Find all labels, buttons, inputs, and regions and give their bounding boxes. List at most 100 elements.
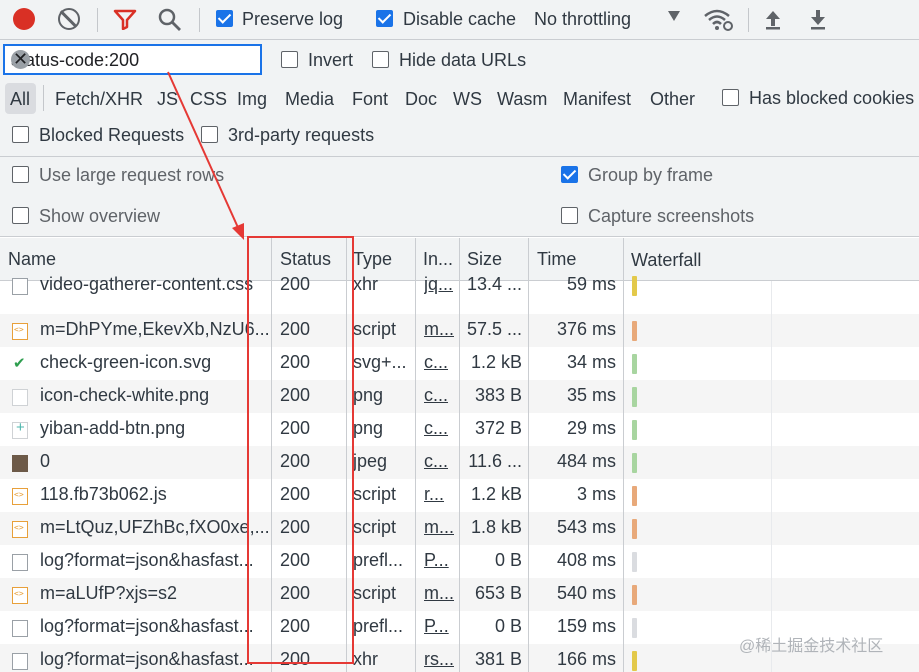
column-divider — [415, 238, 416, 672]
row-name[interactable]: icon-check-white.png — [40, 385, 270, 406]
throttling-select[interactable]: No throttling — [534, 9, 631, 30]
clear-filter-icon[interactable]: ✕ — [11, 50, 30, 69]
invert-checkbox[interactable] — [281, 51, 298, 68]
column-time[interactable]: Time — [537, 249, 576, 270]
row-size: 383 B — [474, 385, 522, 405]
row-initiator[interactable]: c... — [424, 418, 458, 439]
search-icon[interactable] — [158, 8, 182, 32]
column-type[interactable]: Type — [353, 249, 392, 270]
toolbar-divider — [199, 8, 200, 32]
row-type: png — [353, 385, 384, 405]
waterfall-bar — [632, 618, 637, 638]
row-name[interactable]: 0 — [40, 451, 270, 472]
column-initiator[interactable]: In... — [423, 249, 453, 270]
type-filter-wasm[interactable]: Wasm — [497, 89, 547, 110]
type-filter-doc[interactable]: Doc — [405, 89, 437, 110]
type-divider — [43, 85, 44, 111]
upload-icon[interactable] — [763, 8, 783, 30]
disable-cache-checkbox[interactable] — [376, 10, 393, 27]
preserve-log-label[interactable]: Preserve log — [242, 9, 343, 30]
row-name[interactable]: m=DhPYme,EkevXb,NzU6... — [40, 319, 270, 340]
type-filter-font[interactable]: Font — [352, 89, 388, 110]
chevron-down-icon[interactable] — [668, 11, 680, 21]
row-initiator[interactable]: rs... — [424, 649, 458, 670]
row-name[interactable]: m=LtQuz,UFZhBc,fXO0xe,... — [40, 517, 270, 538]
preserve-log-checkbox[interactable] — [216, 10, 233, 27]
row-name[interactable]: log?format=json&hasfast... — [40, 649, 270, 670]
row-name[interactable]: 118.fb73b062.js — [40, 484, 270, 505]
row-time: 376 ms — [556, 319, 616, 339]
type-filter-fetch-xhr[interactable]: Fetch/XHR — [55, 89, 143, 110]
show-overview-label[interactable]: Show overview — [39, 206, 160, 227]
row-type: jpeg — [353, 451, 388, 471]
hide-data-urls-label[interactable]: Hide data URLs — [399, 50, 526, 71]
row-name[interactable]: yiban-add-btn.png — [40, 418, 270, 439]
column-name[interactable]: Name — [8, 249, 56, 270]
row-initiator[interactable]: c... — [424, 352, 458, 373]
waterfall-gridline — [771, 281, 772, 672]
file-icon — [12, 620, 28, 637]
image-icon — [12, 389, 28, 406]
waterfall-bar — [632, 486, 637, 506]
row-time: 34 ms — [566, 352, 616, 372]
type-filter-other[interactable]: Other — [650, 89, 695, 110]
show-overview-checkbox[interactable] — [12, 207, 29, 224]
hide-data-urls-checkbox[interactable] — [372, 51, 389, 68]
row-type: script — [353, 484, 397, 504]
type-filter-all[interactable]: All — [10, 89, 30, 110]
row-name[interactable]: log?format=json&hasfast... — [40, 550, 270, 571]
script-icon — [12, 587, 28, 604]
photo-icon — [12, 455, 28, 472]
script-icon — [12, 521, 28, 538]
row-initiator[interactable]: jq... — [424, 274, 458, 295]
row-initiator[interactable]: P... — [424, 550, 458, 571]
column-size[interactable]: Size — [467, 249, 502, 270]
row-name[interactable]: log?format=json&hasfast... — [40, 616, 270, 637]
row-size: 1.2 kB — [470, 484, 522, 504]
row-initiator[interactable]: r... — [424, 484, 458, 505]
row-initiator[interactable]: P... — [424, 616, 458, 637]
type-filter-media[interactable]: Media — [285, 89, 334, 110]
clear-icon[interactable] — [58, 8, 80, 30]
row-initiator[interactable]: m... — [424, 319, 458, 340]
row-type: xhr — [353, 649, 379, 669]
group-by-frame-label[interactable]: Group by frame — [588, 165, 713, 186]
row-size: 0 B — [494, 550, 522, 570]
wifi-settings-icon[interactable] — [703, 8, 733, 32]
blocked-requests-checkbox[interactable] — [12, 126, 29, 143]
column-divider — [623, 238, 624, 672]
row-initiator[interactable]: c... — [424, 451, 458, 472]
row-time: 543 ms — [556, 517, 616, 537]
large-rows-checkbox[interactable] — [12, 166, 29, 183]
record-button[interactable] — [13, 8, 35, 30]
row-name[interactable]: check-green-icon.svg — [40, 352, 270, 373]
has-blocked-cookies-checkbox[interactable] — [722, 89, 739, 106]
column-waterfall[interactable]: Waterfall — [631, 250, 701, 271]
row-name[interactable]: m=aLUfP?xjs=s2 — [40, 583, 270, 604]
row-initiator[interactable]: m... — [424, 583, 458, 604]
group-by-frame-checkbox[interactable] — [561, 166, 578, 183]
row-time: 166 ms — [556, 649, 616, 669]
disable-cache-label[interactable]: Disable cache — [403, 9, 516, 30]
waterfall-bar — [632, 585, 637, 605]
row-size: 57.5 ... — [466, 319, 522, 339]
capture-screenshots-label[interactable]: Capture screenshots — [588, 206, 754, 227]
file-icon — [12, 278, 28, 295]
row-time: 540 ms — [556, 583, 616, 603]
filter-input-value[interactable]: status-code:200 — [11, 50, 139, 71]
row-initiator[interactable]: c... — [424, 385, 458, 406]
annotation-arrow — [167, 71, 244, 240]
row-initiator[interactable]: m... — [424, 517, 458, 538]
plus-icon — [12, 419, 28, 439]
invert-label[interactable]: Invert — [308, 50, 353, 71]
row-name[interactable]: video-gatherer-content.css — [40, 274, 270, 295]
filter-icon[interactable] — [113, 8, 137, 30]
row-type: script — [353, 583, 397, 603]
type-filter-manifest[interactable]: Manifest — [563, 89, 631, 110]
download-icon[interactable] — [808, 8, 828, 30]
has-blocked-cookies-label[interactable]: Has blocked cookies — [749, 88, 914, 109]
waterfall-bar — [632, 420, 637, 440]
waterfall-bar — [632, 276, 637, 296]
type-filter-ws[interactable]: WS — [453, 89, 482, 110]
capture-screenshots-checkbox[interactable] — [561, 207, 578, 224]
